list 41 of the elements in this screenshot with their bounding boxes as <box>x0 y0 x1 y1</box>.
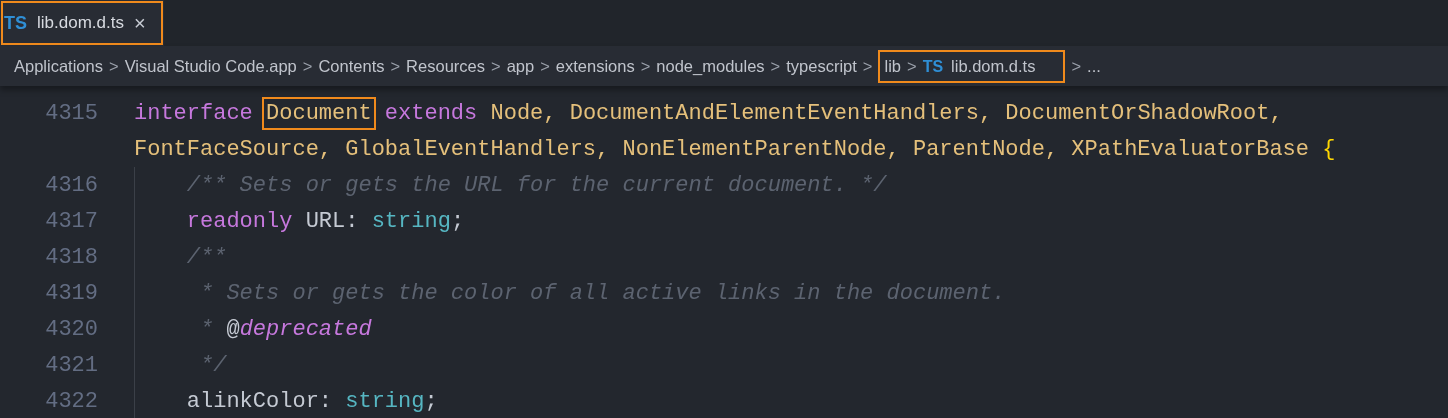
chevron-separator: > <box>640 56 651 76</box>
editor-tab[interactable]: TS lib.dom.d.ts × <box>0 0 164 46</box>
breadcrumb-item[interactable]: extensions <box>555 56 635 76</box>
breadcrumb-item[interactable]: lib <box>878 49 901 83</box>
code-line: FontFaceSource, GlobalEventHandlers, NonElementParentNode, ParentNode, XPathEvaluatorBase { <box>134 136 1336 162</box>
line-number: 4319 <box>44 280 98 306</box>
breadcrumb-more[interactable]: ... <box>1087 56 1101 76</box>
tab-label: lib.dom.d.ts <box>37 13 124 33</box>
breadcrumb-item[interactable]: Applications <box>14 56 103 76</box>
chevron-separator: > <box>390 56 401 76</box>
line-number: 4321 <box>44 352 98 378</box>
chevron-separator: > <box>302 56 313 76</box>
chevron-separator: > <box>901 49 923 83</box>
line-number: 4316 <box>44 172 98 198</box>
chevron-separator: > <box>1071 56 1082 76</box>
typescript-file-icon: TS <box>4 12 27 34</box>
chevron-separator: > <box>109 56 119 76</box>
code-line: * Sets or gets the color of all active links in the document. <box>199 280 1006 306</box>
line-number: 4318 <box>44 244 98 270</box>
line-number: 4320 <box>44 316 98 342</box>
breadcrumb-item[interactable]: Resources <box>406 56 485 76</box>
breadcrumb-item[interactable]: Contents <box>318 56 385 76</box>
code-line: readonly URL: string; <box>185 208 465 234</box>
close-icon[interactable]: × <box>133 11 146 35</box>
chevron-separator: > <box>770 56 781 76</box>
code-line: /** Sets or gets the URL for the current document. */ <box>185 172 887 198</box>
breadcrumb-item[interactable]: Visual Studio Code.app <box>124 56 297 76</box>
line-number: 4315 <box>44 100 98 126</box>
chevron-separator: > <box>491 56 501 76</box>
breadcrumb-item[interactable]: typescript <box>786 56 857 76</box>
line-number: 4317 <box>44 208 98 234</box>
line-number: 4322 <box>44 388 98 414</box>
code-line: /** <box>185 244 227 270</box>
breadcrumb-item[interactable]: TS lib.dom.d.ts <box>922 49 1066 83</box>
code-line: alinkColor: string; <box>185 388 438 414</box>
breadcrumb-item[interactable]: node_modules <box>656 56 765 76</box>
chevron-separator: > <box>862 56 873 76</box>
breadcrumb-item[interactable]: app <box>506 56 535 76</box>
chevron-separator: > <box>540 56 550 76</box>
code-line: * @deprecated <box>199 316 372 342</box>
code-line: */ <box>199 352 227 378</box>
